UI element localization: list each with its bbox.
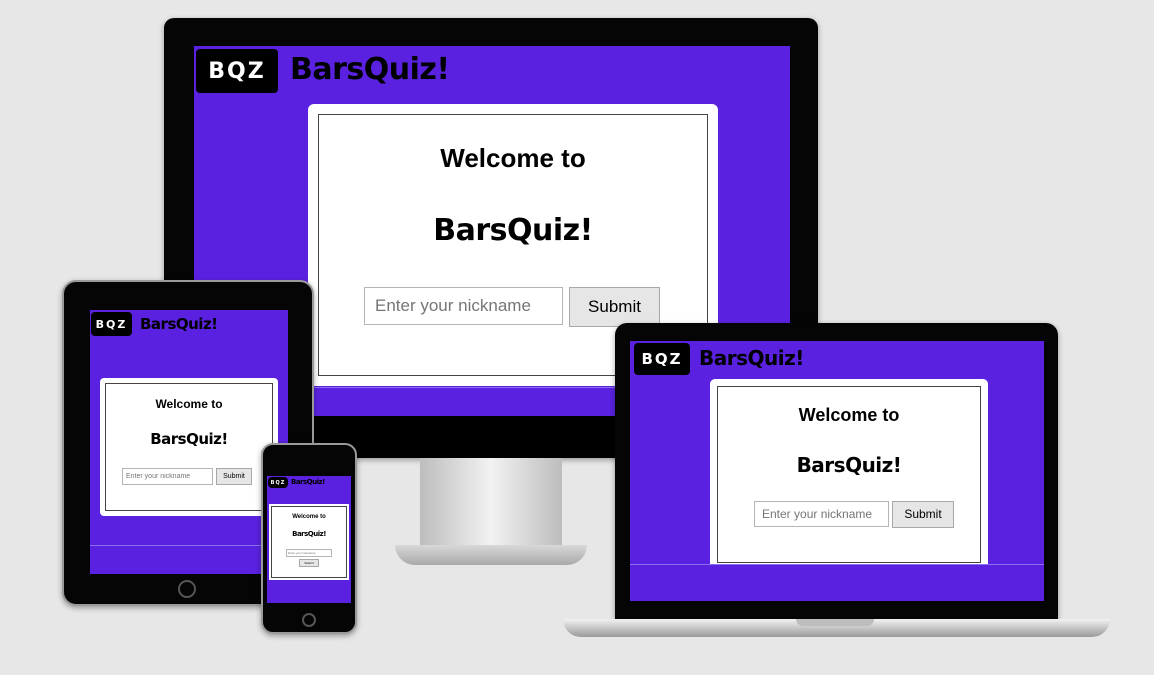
phone-screen: BQZ BarsQuiz! Welcome to BarsQuiz! Submi…: [267, 476, 351, 603]
logo-wordmark[interactable]: BarsQuiz!: [140, 315, 218, 333]
welcome-card-border: Welcome to BarsQuiz! Submit: [717, 386, 981, 563]
logo-wordmark[interactable]: BarsQuiz!: [291, 478, 325, 486]
page-footer: [630, 564, 1044, 601]
welcome-heading: Welcome to: [440, 143, 586, 173]
nickname-input[interactable]: [364, 287, 563, 325]
monitor-base: [395, 545, 587, 565]
nickname-input[interactable]: [122, 468, 213, 485]
nickname-input[interactable]: [754, 501, 889, 527]
submit-button[interactable]: Submit: [216, 468, 252, 485]
logo-mark[interactable]: BQZ: [91, 312, 132, 336]
nickname-input[interactable]: [286, 549, 332, 557]
page-footer: [90, 545, 288, 574]
welcome-heading: Welcome to: [292, 514, 326, 520]
logo-wordmark[interactable]: BarsQuiz!: [699, 346, 804, 370]
laptop-notch: [796, 619, 874, 626]
welcome-brand-name: BarsQuiz!: [292, 530, 326, 538]
submit-button[interactable]: Submit: [299, 559, 319, 567]
welcome-heading: Welcome to: [155, 397, 223, 411]
welcome-card-border: Welcome to BarsQuiz! Submit: [105, 383, 273, 511]
welcome-brand-name: BarsQuiz!: [796, 453, 902, 477]
laptop-device: BQZ BarsQuiz! Welcome to BarsQuiz! Submi…: [615, 323, 1058, 619]
logo-mark[interactable]: BQZ: [634, 343, 690, 375]
laptop-screen: BQZ BarsQuiz! Welcome to BarsQuiz! Submi…: [630, 341, 1044, 601]
welcome-brand-name: BarsQuiz!: [150, 430, 228, 448]
logo-wordmark[interactable]: BarsQuiz!: [290, 52, 450, 87]
phone-home-button[interactable]: [302, 613, 316, 627]
submit-button[interactable]: Submit: [892, 501, 954, 528]
welcome-card: Welcome to BarsQuiz! Submit: [269, 504, 349, 580]
welcome-card: Welcome to BarsQuiz! Submit: [100, 378, 278, 516]
logo-mark[interactable]: BQZ: [196, 49, 278, 93]
welcome-brand-name: BarsQuiz!: [433, 213, 593, 248]
tablet-home-button[interactable]: [178, 580, 196, 598]
tablet-screen: BQZ BarsQuiz! Welcome to BarsQuiz! Submi…: [90, 310, 288, 574]
welcome-heading: Welcome to: [798, 405, 900, 425]
phone-device: BQZ BarsQuiz! Welcome to BarsQuiz! Submi…: [261, 443, 357, 634]
welcome-card: Welcome to BarsQuiz! Submit: [710, 379, 988, 570]
monitor-stand: [420, 458, 562, 548]
logo-mark[interactable]: BQZ: [268, 477, 288, 488]
submit-button[interactable]: Submit: [569, 287, 660, 327]
welcome-card-border: Welcome to BarsQuiz! Submit: [271, 506, 347, 578]
